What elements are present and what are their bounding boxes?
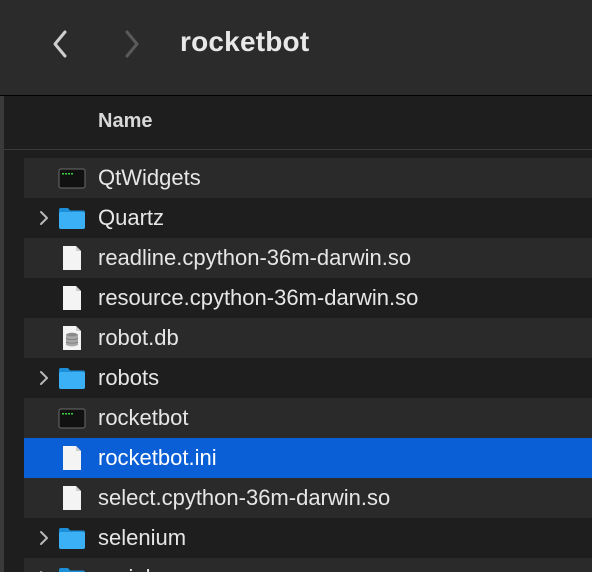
file-row[interactable]: resource.cpython-36m-darwin.so [24,278,592,318]
file-row[interactable]: robots [24,358,592,398]
sidebar-edge [0,96,4,572]
chevron-left-icon [53,30,67,58]
column-header: Name [4,96,592,150]
disclosure-triangle-icon[interactable] [36,210,52,226]
file-row[interactable]: rocketbot.ini [24,438,592,478]
file-name: readline.cpython-36m-darwin.so [98,245,412,270]
folder-icon [58,524,86,552]
folder-icon [58,204,86,232]
document-icon [58,484,86,512]
file-name: robot.db [98,325,179,350]
folder-icon [58,564,86,572]
file-row[interactable]: select.cpython-36m-darwin.so [24,478,592,518]
file-row[interactable]: QtWidgets [24,158,592,198]
document-icon [58,244,86,272]
file-row[interactable]: robot.db [24,318,592,358]
file-row[interactable]: readline.cpython-36m-darwin.so [24,238,592,278]
file-name: robots [98,365,160,390]
file-name: resource.cpython-36m-darwin.so [98,285,419,310]
finder-window: rocketbot Name QtWidgets Quartz readline.c… [0,0,592,572]
chevron-right-icon [125,30,139,58]
document-icon [58,444,86,472]
terminal-exec-icon [58,164,86,192]
file-name: selenium [98,525,187,550]
file-name: QtWidgets [98,165,201,190]
disclosure-triangle-icon[interactable] [36,370,52,386]
terminal-exec-icon [58,404,86,432]
window-title: rocketbot [180,26,310,57]
file-row[interactable]: rocketbot [24,398,592,438]
file-name: serial [98,565,151,572]
database-icon [58,324,86,352]
file-name: Quartz [98,205,165,230]
back-button[interactable] [40,24,80,64]
file-row[interactable]: Quartz [24,198,592,238]
forward-button[interactable] [112,24,152,64]
file-list: QtWidgets Quartz readline.cpython-36m-darw… [24,158,592,572]
file-name: rocketbot [98,405,189,430]
folder-icon [58,364,86,392]
disclosure-triangle-icon[interactable] [36,530,52,546]
name-column-header[interactable]: Name [98,110,152,133]
document-icon [58,284,86,312]
toolbar: rocketbot [0,0,592,96]
file-row[interactable]: selenium [24,518,592,558]
file-row[interactable]: serial [24,558,592,572]
file-name: select.cpython-36m-darwin.so [98,485,391,510]
file-name: rocketbot.ini [98,445,217,470]
